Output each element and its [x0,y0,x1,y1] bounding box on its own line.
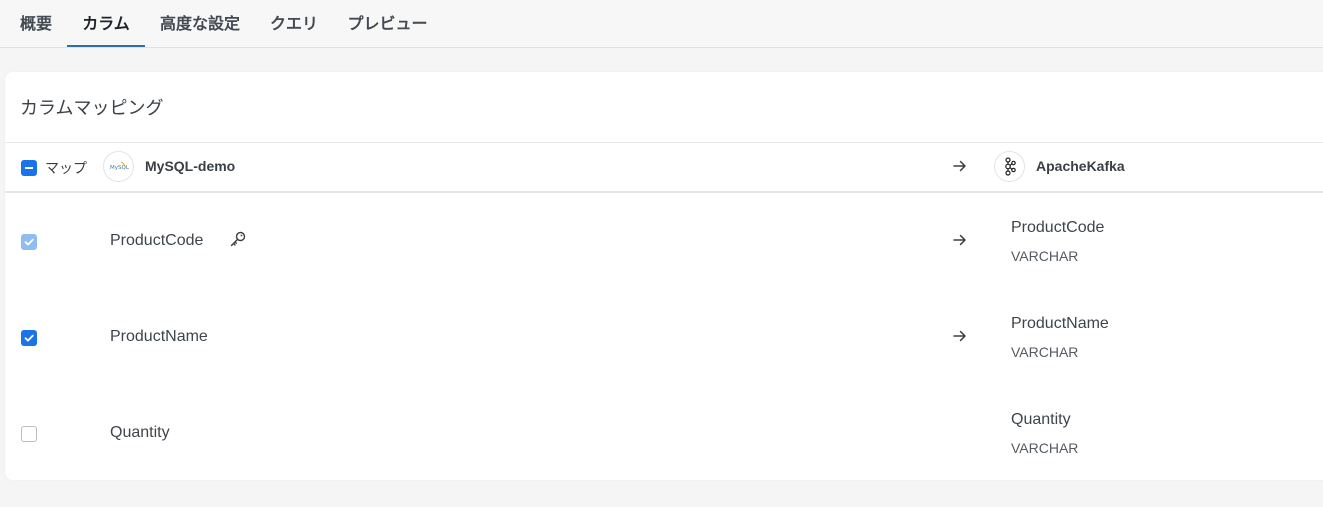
arrow-right-icon [952,232,968,253]
tab-advanced-settings[interactable]: 高度な設定 [158,0,242,47]
target-column-name: ProductName [1011,315,1109,332]
key-icon [229,230,247,253]
mysql-logo: MySQL [103,151,134,182]
row-checkbox[interactable] [21,234,37,250]
source-name: MySQL-demo [145,158,236,174]
arrow-right-icon [952,328,968,349]
source-column-name: Quantity [110,424,170,441]
divider [5,142,1323,143]
card-title: カラムマッピング [20,98,164,118]
tab-query[interactable]: クエリ [267,0,321,47]
kafka-icon [994,151,1025,182]
target-column-name: ProductCode [1011,219,1105,236]
row-checkbox[interactable] [21,330,37,346]
target-column-type: VARCHAR [1011,248,1079,264]
tab-columns[interactable]: カラム [67,0,145,47]
tab-bar: 概要 カラム 高度な設定 クエリ プレビュー [0,0,1323,48]
target-column-name: Quantity [1011,411,1071,428]
source-column-name: ProductName [110,328,208,345]
column-mapping-card: カラムマッピング マップ MySQL MySQL-demo ApacheKafk… [5,72,1323,480]
tab-preview[interactable]: プレビュー [345,0,430,47]
target-name: ApacheKafka [1036,158,1125,174]
arrow-right-icon [952,158,968,179]
select-all-checkbox[interactable] [21,160,37,176]
row-checkbox[interactable] [21,426,37,442]
mysql-logo-text: MySQL [110,165,130,171]
tab-overview[interactable]: 概要 [17,0,55,47]
map-label: マップ [45,160,87,176]
divider [5,191,1323,193]
target-column-type: VARCHAR [1011,344,1079,360]
target-column-type: VARCHAR [1011,440,1079,456]
source-column-name: ProductCode [110,232,204,249]
